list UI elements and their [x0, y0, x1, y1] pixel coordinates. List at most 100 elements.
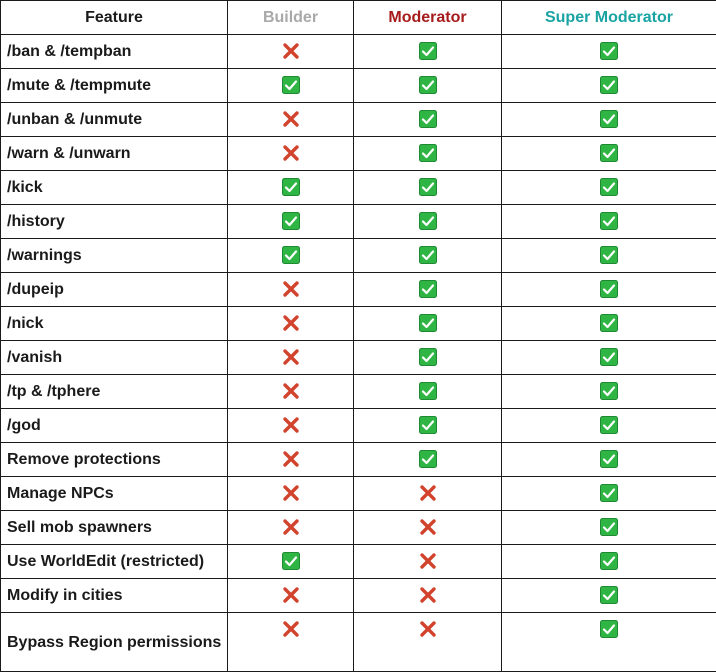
feature-cell: /dupeip [1, 273, 228, 307]
cross-icon [282, 450, 300, 468]
super-moderator-cell [502, 545, 716, 579]
cross-icon [419, 552, 437, 570]
check-icon [419, 382, 437, 400]
check-icon [600, 552, 618, 570]
feature-cell: Sell mob spawners [1, 511, 228, 545]
check-icon [419, 110, 437, 128]
moderator-cell [354, 579, 502, 613]
feature-cell: /warn & /unwarn [1, 137, 228, 171]
check-icon [600, 178, 618, 196]
builder-cell [228, 511, 354, 545]
super-moderator-cell [502, 137, 716, 171]
builder-cell [228, 307, 354, 341]
feature-cell: /nick [1, 307, 228, 341]
super-moderator-cell [502, 307, 716, 341]
builder-cell [228, 409, 354, 443]
permissions-table: Feature Builder Moderator Super Moderato… [0, 0, 716, 672]
header-feature: Feature [1, 1, 228, 35]
builder-cell [228, 613, 354, 672]
builder-cell [228, 35, 354, 69]
check-icon [600, 280, 618, 298]
super-moderator-cell [502, 273, 716, 307]
feature-cell: /mute & /tempmute [1, 69, 228, 103]
header-builder: Builder [228, 1, 354, 35]
moderator-cell [354, 375, 502, 409]
cross-icon [282, 416, 300, 434]
feature-cell: /ban & /tempban [1, 35, 228, 69]
check-icon [419, 348, 437, 366]
builder-cell [228, 205, 354, 239]
builder-cell [228, 477, 354, 511]
moderator-cell [354, 137, 502, 171]
cross-icon [282, 586, 300, 604]
super-moderator-cell [502, 579, 716, 613]
feature-cell: /tp & /tphere [1, 375, 228, 409]
super-moderator-cell [502, 171, 716, 205]
moderator-cell [354, 171, 502, 205]
check-icon [282, 76, 300, 94]
super-moderator-cell [502, 341, 716, 375]
moderator-cell [354, 35, 502, 69]
super-moderator-cell [502, 35, 716, 69]
builder-cell [228, 443, 354, 477]
check-icon [419, 246, 437, 264]
feature-cell: /history [1, 205, 228, 239]
header-moderator: Moderator [354, 1, 502, 35]
builder-cell [228, 375, 354, 409]
feature-cell: /unban & /unmute [1, 103, 228, 137]
moderator-cell [354, 613, 502, 672]
header-super-moderator: Super Moderator [502, 1, 716, 35]
check-icon [600, 76, 618, 94]
cross-icon [282, 280, 300, 298]
check-icon [419, 416, 437, 434]
check-icon [600, 314, 618, 332]
check-icon [282, 552, 300, 570]
super-moderator-cell [502, 375, 716, 409]
check-icon [282, 246, 300, 264]
super-moderator-cell [502, 477, 716, 511]
cross-icon [282, 144, 300, 162]
feature-cell: Use WorldEdit (restricted) [1, 545, 228, 579]
table-row: /kick [1, 171, 716, 205]
check-icon [600, 416, 618, 434]
super-moderator-cell [502, 239, 716, 273]
check-icon [600, 586, 618, 604]
moderator-cell [354, 545, 502, 579]
table-row: Manage NPCs [1, 477, 716, 511]
table-row: /ban & /tempban [1, 35, 716, 69]
table-body: /ban & /tempban/mute & /tempmute/unban &… [1, 35, 716, 672]
cross-icon [282, 314, 300, 332]
cross-icon [419, 518, 437, 536]
moderator-cell [354, 511, 502, 545]
check-icon [419, 178, 437, 196]
table-row: /nick [1, 307, 716, 341]
moderator-cell [354, 273, 502, 307]
table-row: Use WorldEdit (restricted) [1, 545, 716, 579]
builder-cell [228, 273, 354, 307]
super-moderator-cell [502, 409, 716, 443]
builder-cell [228, 69, 354, 103]
cross-icon [419, 586, 437, 604]
moderator-cell [354, 69, 502, 103]
super-moderator-cell [502, 69, 716, 103]
cross-icon [282, 110, 300, 128]
check-icon [600, 484, 618, 502]
moderator-cell [354, 409, 502, 443]
super-moderator-cell [502, 443, 716, 477]
check-icon [600, 620, 618, 638]
table-row: Remove protections [1, 443, 716, 477]
check-icon [419, 42, 437, 60]
super-moderator-cell [502, 613, 716, 672]
table-row: Bypass Region permissions [1, 613, 716, 672]
check-icon [282, 178, 300, 196]
super-moderator-cell [502, 205, 716, 239]
check-icon [600, 246, 618, 264]
moderator-cell [354, 443, 502, 477]
builder-cell [228, 341, 354, 375]
cross-icon [282, 382, 300, 400]
table-row: Modify in cities [1, 579, 716, 613]
table-row: /warn & /unwarn [1, 137, 716, 171]
table-row: /mute & /tempmute [1, 69, 716, 103]
check-icon [600, 110, 618, 128]
table-row: /god [1, 409, 716, 443]
